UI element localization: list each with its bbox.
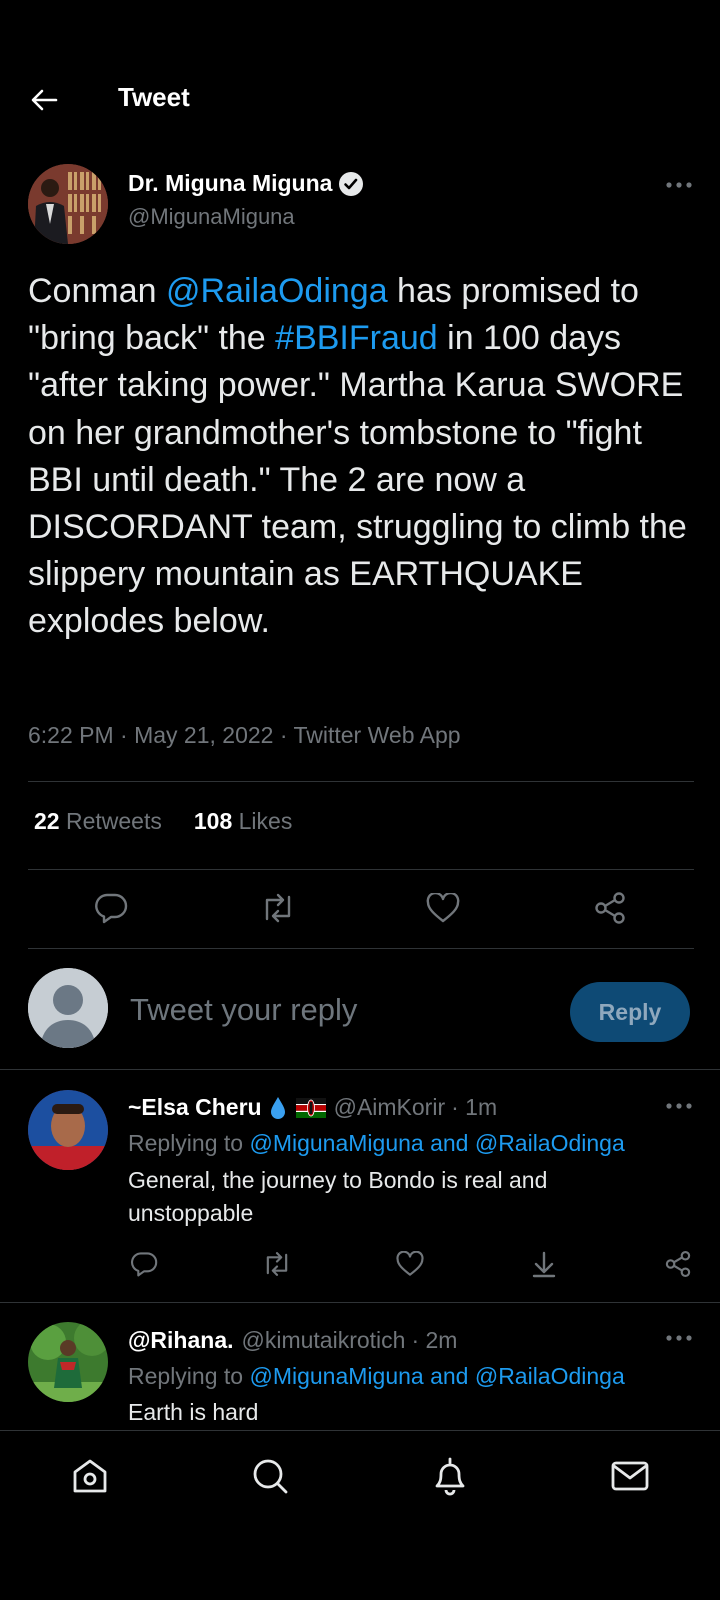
- mention-link[interactable]: @RailaOdinga: [166, 272, 388, 310]
- replying-to-links[interactable]: @MigunaMiguna and @RailaOdinga: [249, 1363, 624, 1389]
- divider: [0, 1069, 720, 1070]
- reply-icon[interactable]: [124, 1244, 164, 1284]
- reply-author-name[interactable]: @Rihana.: [128, 1327, 234, 1354]
- author-name-text: Dr. Miguna Miguna: [128, 170, 333, 196]
- hashtag-link[interactable]: #BBIFraud: [275, 319, 438, 357]
- replying-to: Replying to @MigunaMiguna and @RailaOdin…: [128, 1363, 625, 1390]
- download-icon[interactable]: [524, 1244, 564, 1284]
- retweet-icon[interactable]: [258, 888, 298, 928]
- divider: [0, 1302, 720, 1303]
- back-arrow-icon[interactable]: [24, 80, 64, 120]
- reply-time[interactable]: · 2m: [411, 1327, 457, 1354]
- replying-to-links[interactable]: @MigunaMiguna and @RailaOdinga: [249, 1130, 624, 1156]
- author-handle[interactable]: @MigunaMiguna: [128, 204, 295, 230]
- likes-label: Likes: [238, 808, 293, 834]
- divider: [28, 948, 694, 949]
- like-icon[interactable]: [423, 888, 463, 928]
- tweet-timestamp[interactable]: 6:22 PM · May 21, 2022 · Twitter Web App: [28, 722, 461, 749]
- reply-text: General, the journey to Bondo is real an…: [128, 1167, 548, 1226]
- more-icon[interactable]: [662, 1096, 696, 1116]
- author-avatar[interactable]: [28, 164, 108, 244]
- more-icon[interactable]: [662, 1328, 696, 1348]
- retweets-stat[interactable]: 22 Retweets: [34, 808, 162, 835]
- retweet-icon[interactable]: [257, 1244, 297, 1284]
- reply-avatar[interactable]: [28, 1090, 108, 1170]
- home-icon[interactable]: [66, 1452, 114, 1500]
- current-user-avatar: [28, 968, 108, 1048]
- bell-icon[interactable]: [426, 1452, 474, 1500]
- divider: [28, 781, 694, 782]
- verified-badge-icon: [338, 171, 364, 197]
- reply-author-handle[interactable]: @kimutaikrotich: [242, 1327, 406, 1354]
- share-icon[interactable]: [590, 888, 630, 928]
- tweet-stats: 22 Retweets 108 Likes: [34, 808, 292, 835]
- more-icon[interactable]: [662, 172, 696, 198]
- tweet-text-part: in 100 days "after taking power." Martha…: [28, 319, 687, 641]
- likes-count: 108: [193, 808, 233, 834]
- replying-to: Replying to @MigunaMiguna and @RailaOdin…: [128, 1130, 625, 1157]
- tweet-text: Conman @RailaOdinga has promised to "bri…: [28, 268, 698, 646]
- tweet-text-part: Conman: [28, 272, 166, 310]
- reply-avatar[interactable]: [28, 1322, 108, 1402]
- retweets-label: Retweets: [65, 808, 162, 834]
- top-bar: Tweet: [0, 0, 720, 140]
- reply-header: ~Elsa Cheru @AimKorir · 1m: [128, 1094, 497, 1121]
- reply-author-name[interactable]: ~Elsa Cheru: [128, 1094, 262, 1121]
- author-name[interactable]: Dr. Miguna Miguna: [128, 170, 364, 197]
- reply-input[interactable]: Tweet your reply: [130, 992, 357, 1028]
- reply-author-handle[interactable]: @AimKorir: [334, 1094, 446, 1121]
- reply-text: Earth is hard: [128, 1399, 259, 1425]
- replying-to-prefix: Replying to: [128, 1130, 250, 1156]
- share-icon[interactable]: [658, 1244, 698, 1284]
- page-title: Tweet: [118, 82, 190, 112]
- bottom-nav: [0, 1430, 720, 1600]
- kenya-flag-icon: [295, 1097, 326, 1118]
- like-icon[interactable]: [390, 1244, 430, 1284]
- replying-to-prefix: Replying to: [128, 1363, 250, 1389]
- search-icon[interactable]: [246, 1452, 294, 1500]
- reply-time[interactable]: · 1m: [451, 1094, 497, 1121]
- reply-icon[interactable]: [91, 888, 131, 928]
- likes-stat[interactable]: 108 Likes: [194, 808, 292, 835]
- water-drop-icon: [268, 1095, 288, 1121]
- reply-header: @Rihana. @kimutaikrotich · 2m: [128, 1327, 457, 1354]
- divider: [28, 869, 694, 870]
- reply-button[interactable]: Reply: [570, 982, 690, 1042]
- retweets-count: 22: [34, 808, 60, 834]
- mail-icon[interactable]: [606, 1452, 654, 1500]
